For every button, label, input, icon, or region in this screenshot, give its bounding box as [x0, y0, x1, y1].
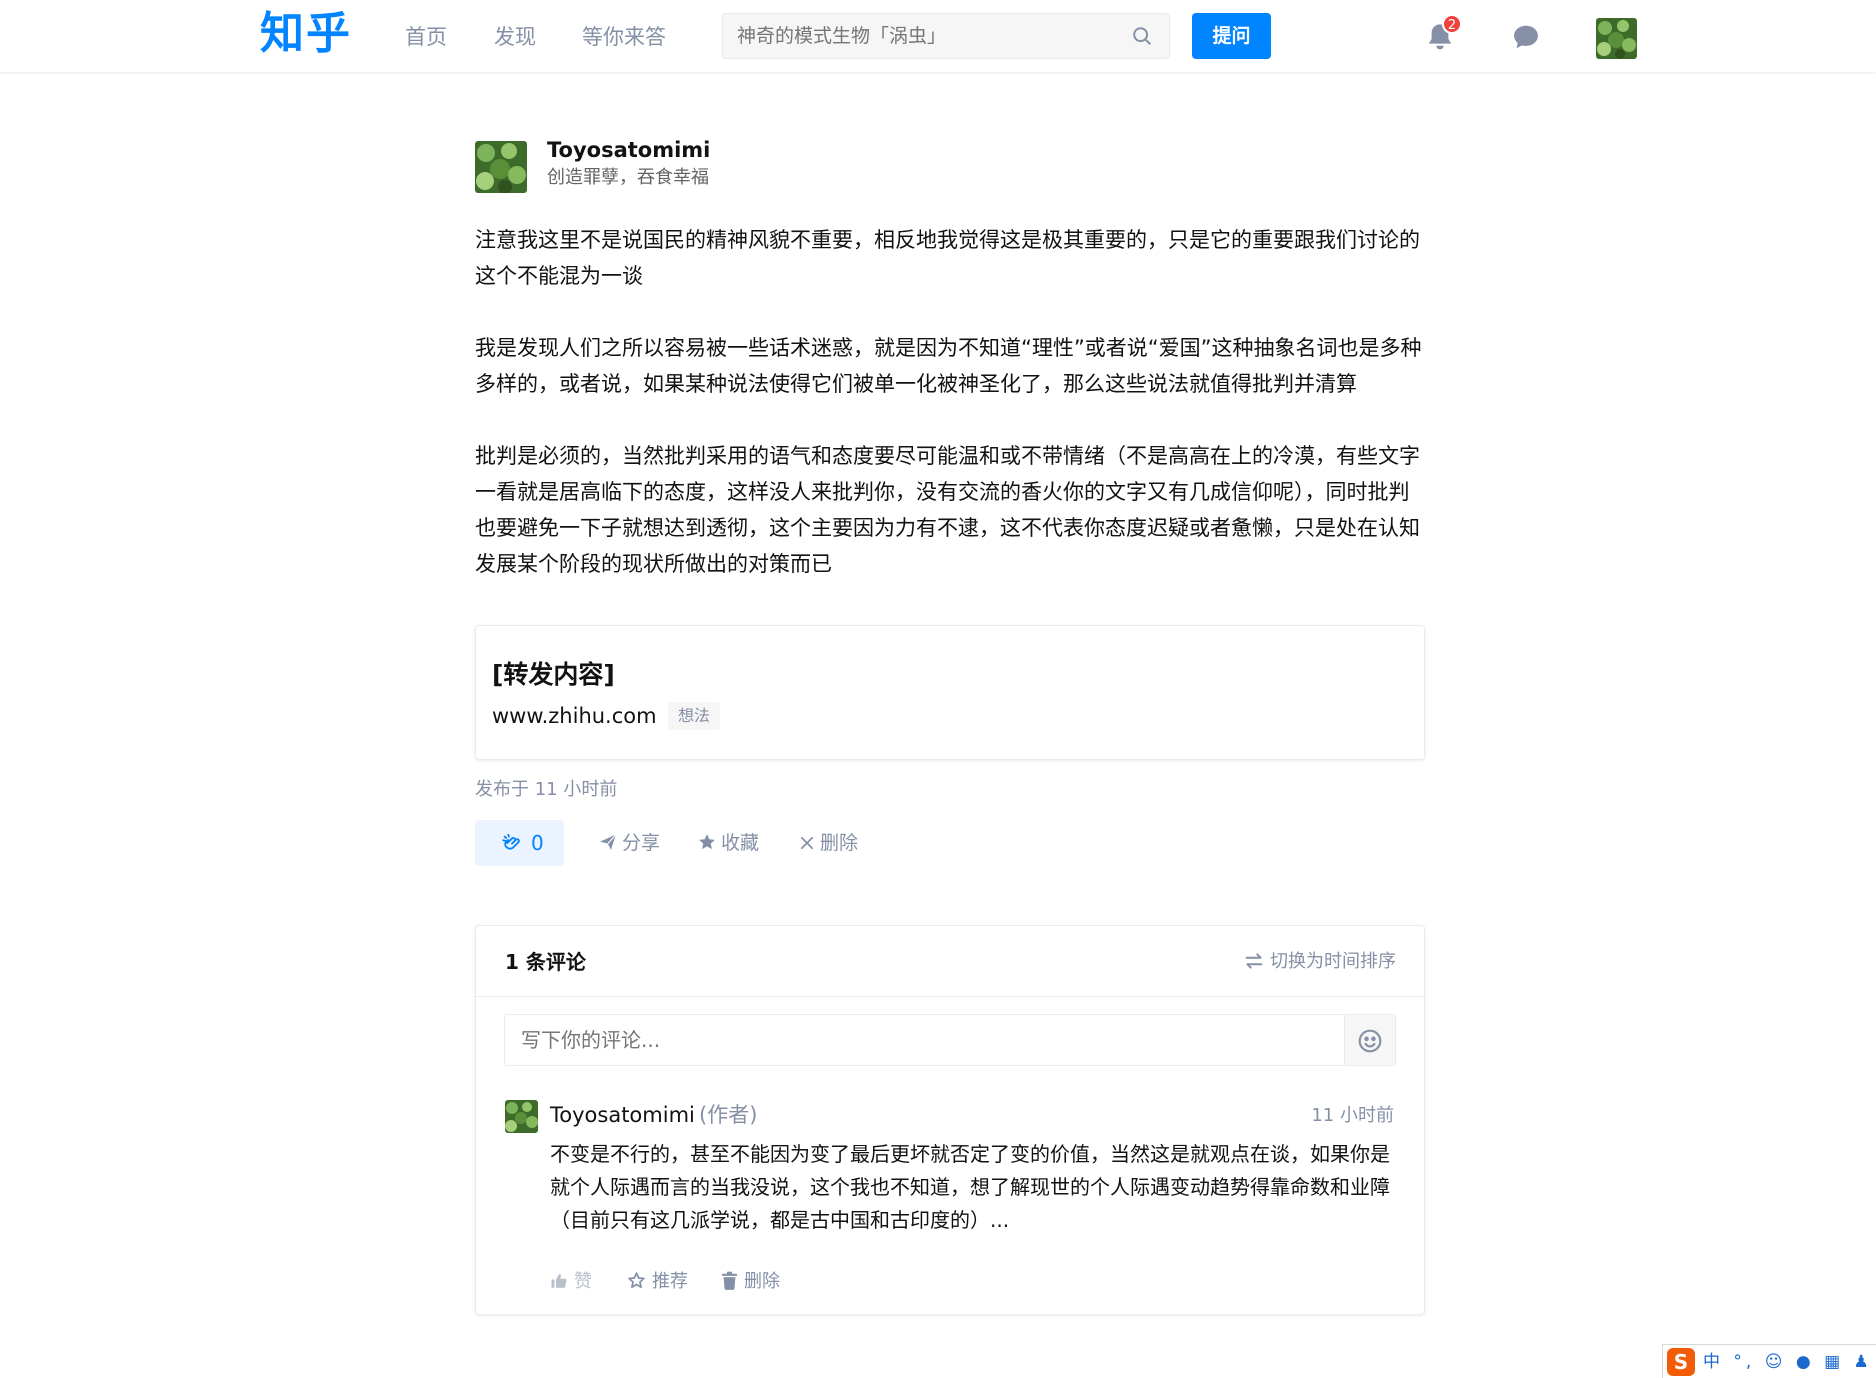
- author-headline: 创造罪孽，吞食幸福: [547, 167, 709, 188]
- nav-discover[interactable]: 发现: [494, 20, 536, 54]
- zhihu-logo[interactable]: 知乎: [260, 8, 352, 60]
- delete-button[interactable]: 删除: [798, 827, 858, 859]
- ask-question-button[interactable]: 提问: [1192, 13, 1271, 59]
- ime-logo[interactable]: S: [1667, 1348, 1695, 1376]
- search-box[interactable]: [722, 13, 1170, 59]
- sort-toggle-label: 切换为时间排序: [1270, 951, 1396, 972]
- clap-icon: [502, 833, 520, 850]
- comment-editor: [504, 1014, 1396, 1066]
- share-label: 分享: [622, 832, 661, 854]
- comment-input[interactable]: [505, 1015, 1345, 1065]
- author-tag: (作者): [699, 1103, 758, 1127]
- swap-icon: [1245, 953, 1263, 969]
- repost-title: [转发内容]: [492, 660, 615, 689]
- comment-delete-button[interactable]: 删除: [721, 1268, 780, 1296]
- share-button[interactable]: 分享: [598, 827, 660, 859]
- comment-recommend-button[interactable]: 推荐: [627, 1268, 688, 1296]
- repost-card[interactable]: [转发内容] www.zhihu.com 想法: [475, 625, 1425, 760]
- post-paragraph: 我是发现人们之所以容易被一些话术迷惑，就是因为不知道“理性”或者说“爱国”这种抽…: [475, 336, 1422, 396]
- comments-panel: 1 条评论 切换为时间排序 Toyosatomimi (作者) 11 小时前 不…: [475, 925, 1425, 1315]
- author-name[interactable]: Toyosatomimi: [547, 136, 710, 164]
- paper-plane-icon: [600, 834, 617, 850]
- ime-status-icons[interactable]: 中 °, ☺ ● ▦ ♟: [1703, 1349, 1873, 1375]
- emoji-icon[interactable]: [1357, 1028, 1383, 1054]
- notification-count-badge: 2: [1442, 14, 1462, 34]
- comment-like-button[interactable]: 赞: [550, 1268, 592, 1296]
- collect-button[interactable]: 收藏: [697, 827, 759, 859]
- nav-waiting-answers[interactable]: 等你来答: [582, 20, 666, 54]
- repost-type-tag: 想法: [668, 702, 721, 730]
- comment-time: 11 小时前: [1311, 1105, 1394, 1126]
- user-avatar[interactable]: [1596, 18, 1637, 59]
- close-icon: [800, 836, 814, 850]
- comment-count: 1 条评论: [505, 950, 586, 974]
- comment-text: 不变是不行的，甚至不能因为变了最后更坏就否定了变的价值，当然这是就观点在谈，如果…: [550, 1142, 1390, 1232]
- like-count: 0: [531, 831, 544, 855]
- search-icon[interactable]: [1131, 25, 1153, 47]
- repost-url: www.zhihu.com: [492, 704, 657, 728]
- messages-icon[interactable]: [1510, 22, 1542, 52]
- star-icon: [699, 834, 715, 850]
- sort-toggle[interactable]: 切换为时间排序: [1244, 948, 1396, 976]
- thumbs-up-icon: [551, 1273, 567, 1288]
- comment-recommend-label: 推荐: [652, 1271, 688, 1292]
- ime-toolbar[interactable]: S 中 °, ☺ ● ▦ ♟: [1662, 1344, 1876, 1378]
- top-navigation-bar: 知乎 首页 发现 等你来答 提问 2: [0, 0, 1876, 72]
- like-button[interactable]: 0: [475, 820, 564, 866]
- commenter-name[interactable]: Toyosatomimi: [550, 1100, 695, 1130]
- nav-home[interactable]: 首页: [405, 20, 447, 54]
- post-paragraph: 注意我这里不是说国民的精神风貌不重要，相反地我觉得这是极其重要的，只是它的重要跟…: [475, 228, 1420, 288]
- trash-icon: [721, 1271, 738, 1290]
- author-avatar[interactable]: [475, 141, 527, 193]
- comment-delete-label: 删除: [744, 1271, 780, 1292]
- comments-header: 1 条评论 切换为时间排序: [476, 926, 1424, 997]
- commenter-avatar[interactable]: [505, 1100, 538, 1133]
- collect-label: 收藏: [721, 832, 760, 854]
- post-paragraph: 批判是必须的，当然批判采用的语气和态度要尽可能温和或不带情绪（不是高高在上的冷漠…: [475, 444, 1420, 576]
- post-content: 注意我这里不是说国民的精神风貌不重要，相反地我觉得这是极其重要的，只是它的重要跟…: [475, 222, 1427, 582]
- star-outline-icon: [628, 1272, 645, 1289]
- search-input[interactable]: [737, 14, 1117, 58]
- delete-label: 删除: [820, 832, 859, 854]
- publish-time: 发布于 11 小时前: [475, 779, 618, 800]
- comment-like-label: 赞: [574, 1271, 592, 1292]
